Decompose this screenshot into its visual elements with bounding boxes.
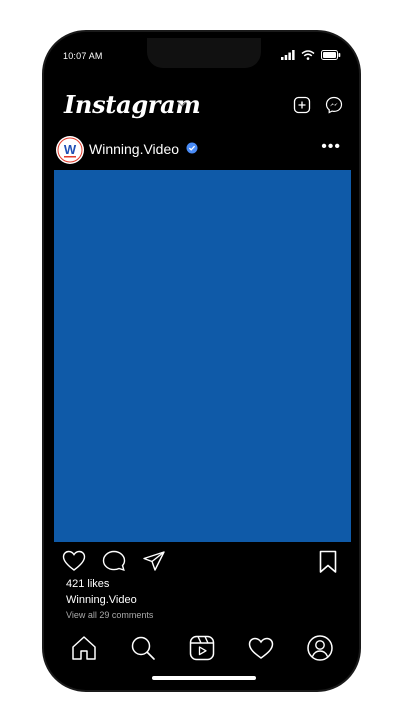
messenger-icon[interactable]: [325, 96, 343, 114]
view-comments-link[interactable]: View all 29 comments: [66, 610, 153, 620]
status-icons: [281, 50, 341, 60]
bottom-tab-bar: [44, 634, 359, 670]
home-indicator[interactable]: [152, 676, 256, 680]
comment-icon[interactable]: [102, 550, 126, 572]
more-options-icon[interactable]: •••: [321, 138, 341, 156]
heart-icon[interactable]: [62, 550, 86, 572]
header-actions: [293, 96, 343, 114]
activity-icon[interactable]: [247, 634, 275, 670]
post-header: W Winning.Video •••: [44, 134, 359, 166]
avatar[interactable]: W: [56, 136, 84, 164]
chevron-down-icon[interactable]: [177, 100, 187, 108]
signal-icon: [281, 50, 295, 60]
search-icon[interactable]: [129, 634, 157, 670]
likes-count[interactable]: 421 likes: [66, 578, 109, 590]
winning-video-logo-icon: W: [57, 137, 83, 163]
bookmark-icon[interactable]: [319, 550, 337, 574]
post-actions: [44, 550, 359, 578]
status-time: 10:07 AM: [63, 51, 103, 61]
reels-icon[interactable]: [188, 634, 216, 670]
phone-frame: 10:07 AM Instagram W Winning.Video ••• 4…: [42, 30, 361, 692]
caption-username[interactable]: Winning.Video: [66, 594, 137, 606]
post-media[interactable]: [54, 170, 351, 542]
wifi-icon: [301, 50, 315, 60]
verified-badge-icon: [186, 142, 198, 154]
status-bar: 10:07 AM: [44, 32, 359, 72]
home-icon[interactable]: [70, 634, 98, 670]
post-username[interactable]: Winning.Video: [89, 141, 179, 157]
share-icon[interactable]: [142, 550, 166, 572]
app-header: Instagram: [44, 90, 359, 126]
profile-icon[interactable]: [306, 634, 334, 670]
battery-icon: [321, 50, 341, 60]
avatar-letter: W: [64, 142, 77, 157]
new-post-icon[interactable]: [293, 96, 311, 114]
